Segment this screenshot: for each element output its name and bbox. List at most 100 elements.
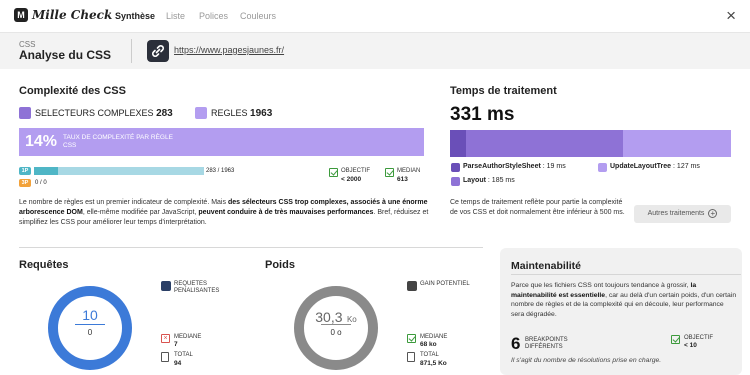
section-title-complexite: Complexité des CSS bbox=[19, 85, 126, 97]
requetes-sub: 0 bbox=[87, 328, 93, 337]
tab-synthese[interactable]: Synthèse bbox=[115, 11, 155, 21]
maintenabilite-description: Parce que les fichiers CSS ont toujours … bbox=[511, 281, 737, 319]
requetes-rule bbox=[75, 324, 105, 325]
objective-check-icon bbox=[329, 168, 338, 177]
desc-bold: peuvent conduire à de très mauvaises per… bbox=[198, 209, 374, 216]
req-median-value: 7 bbox=[174, 341, 178, 348]
bar-3p-value: 0 / 0 bbox=[35, 180, 47, 186]
legend-swatch-parse bbox=[451, 163, 460, 172]
poids-total-doc-icon bbox=[407, 352, 415, 362]
logo-text: Mille Check bbox=[32, 8, 113, 22]
gain-label: GAIN POTENTIEL bbox=[420, 281, 470, 287]
poids-unit: Ko bbox=[346, 315, 357, 324]
legend-swatch-update bbox=[598, 163, 607, 172]
maintenabilite-footnote: Il s'agit du nombre de résolutions prise… bbox=[511, 357, 662, 364]
logo-mark-icon: M bbox=[14, 8, 28, 22]
bar-1p-value: 283 / 1963 bbox=[206, 168, 235, 174]
processing-total: 331 ms bbox=[450, 104, 515, 125]
plus-circle-icon: + bbox=[708, 209, 718, 218]
autres-traitements-label: Autres traitements bbox=[647, 210, 705, 217]
poids-median-check-icon bbox=[407, 334, 416, 343]
processing-description: Ce temps de traitement reflète pour part… bbox=[450, 199, 625, 216]
bar-1p-track bbox=[34, 167, 204, 175]
page-title: Analyse du CSS bbox=[19, 48, 112, 62]
complex-selectors-value: 283 bbox=[156, 108, 173, 119]
objective-value: < 2000 bbox=[341, 176, 362, 183]
poids-median-label: MEDIANE bbox=[420, 334, 448, 340]
maintenabilite-divider bbox=[511, 274, 741, 275]
logo[interactable]: M Mille Check bbox=[14, 8, 112, 22]
link-icon bbox=[152, 45, 164, 57]
header-divider bbox=[131, 39, 132, 63]
legend-layout-value: 185 ms bbox=[491, 177, 515, 184]
median-check-icon bbox=[385, 168, 394, 177]
processing-stacked-bar bbox=[450, 130, 731, 157]
badge-1p: 1P bbox=[19, 167, 31, 175]
objective-label: OBJECTIF bbox=[341, 168, 371, 174]
complex-selectors-label: SELECTEURS COMPLEXES bbox=[35, 108, 154, 118]
gain-swatch bbox=[407, 281, 417, 291]
median-cross-icon: × bbox=[161, 334, 170, 343]
complexity-rate-label: TAUX DE COMPLEXITÉ PAR RÈGLE CSS bbox=[63, 134, 173, 149]
section-title-requetes: Requêtes bbox=[19, 259, 69, 271]
legend-parse: ParseAuthorStyleSheet : 19 ms bbox=[463, 163, 566, 170]
legend-update-value: 127 ms bbox=[676, 163, 700, 170]
poids-rule bbox=[321, 324, 351, 325]
complex-selectors-legend: SELECTEURS COMPLEXES 283 bbox=[35, 108, 173, 119]
page-url-link[interactable]: https://www.pagesjaunes.fr/ bbox=[174, 45, 284, 55]
legend-update: UpdateLayoutTree : 127 ms bbox=[610, 163, 700, 170]
tab-couleurs[interactable]: Couleurs bbox=[240, 11, 276, 21]
legend-layout-name: Layout bbox=[463, 177, 486, 184]
median-label: MEDIAN bbox=[397, 168, 421, 174]
legend-swatch-layout bbox=[451, 177, 460, 186]
section-divider bbox=[19, 247, 483, 248]
poids-total-value: 871,5 Ko bbox=[420, 360, 447, 367]
req-total-label: TOTAL bbox=[174, 352, 193, 358]
bar-1p-fill bbox=[34, 167, 59, 175]
tab-polices[interactable]: Polices bbox=[199, 11, 228, 21]
breakpoints-label: BREAKPOINTS DIFFÉRENTS bbox=[525, 337, 568, 350]
legend-parse-name: ParseAuthorStyleSheet bbox=[463, 163, 541, 170]
complex-selectors-swatch bbox=[19, 107, 31, 119]
complexity-rate-value: 14% bbox=[25, 133, 58, 150]
link-button[interactable] bbox=[147, 40, 169, 62]
desc-part: Le nombre de règles est un premier indic… bbox=[19, 199, 228, 206]
rules-value: 1963 bbox=[250, 108, 273, 119]
breakpoints-value: 6 bbox=[511, 334, 521, 353]
total-doc-icon bbox=[161, 352, 169, 362]
maintenabilite-card: Maintenabilité Parce que les fichiers CS… bbox=[500, 248, 742, 375]
tab-liste[interactable]: Liste bbox=[166, 11, 185, 21]
section-title-poids: Poids bbox=[265, 259, 295, 271]
processing-segment-updatelayouttree bbox=[623, 130, 731, 157]
req-median-label: MEDIANE bbox=[174, 334, 202, 340]
poids-value: 30,3 bbox=[315, 309, 343, 325]
poids-total-label: TOTAL bbox=[420, 352, 439, 358]
rules-label: REGLES bbox=[211, 108, 248, 118]
complexity-rate-bar: 14% TAUX DE COMPLEXITÉ PAR RÈGLE CSS bbox=[19, 128, 424, 156]
requetes-value: 10 bbox=[82, 307, 98, 323]
rules-legend: REGLES 1963 bbox=[211, 108, 272, 119]
rules-swatch bbox=[195, 107, 207, 119]
maint-objective-label: OBJECTIF bbox=[684, 335, 714, 341]
badge-3p: 3P bbox=[19, 179, 31, 187]
median-value: 613 bbox=[397, 176, 408, 183]
maintenabilite-title: Maintenabilité bbox=[511, 260, 582, 272]
penal-swatch bbox=[161, 281, 171, 291]
close-icon[interactable]: × bbox=[726, 7, 736, 24]
processing-segment-parseauthorstylesheet bbox=[450, 130, 467, 157]
autres-traitements-button[interactable]: Autres traitements + bbox=[634, 205, 731, 223]
legend-update-name: UpdateLayoutTree bbox=[610, 163, 672, 170]
section-title-temps: Temps de traitement bbox=[450, 85, 557, 97]
poids-median-value: 68 ko bbox=[420, 341, 437, 348]
legend-parse-value: 19 ms bbox=[546, 163, 566, 170]
top-nav: M Mille Check Synthèse Liste Polices Cou… bbox=[0, 0, 750, 33]
req-total-value: 94 bbox=[174, 360, 182, 367]
complexity-description: Le nombre de règles est un premier indic… bbox=[19, 198, 429, 228]
poids-sub: 0 o bbox=[330, 328, 342, 337]
desc-part: , elle-même modifiée par JavaScript, bbox=[82, 209, 199, 216]
legend-layout: Layout : 185 ms bbox=[463, 177, 515, 184]
processing-segment-layout bbox=[466, 130, 624, 157]
penal-label: REQUETES PENALISANTES bbox=[174, 281, 220, 294]
page-header: CSS Analyse du CSS https://www.pagesjaun… bbox=[0, 33, 750, 69]
maint-desc-part: Parce que les fichiers CSS ont toujours … bbox=[511, 282, 691, 289]
